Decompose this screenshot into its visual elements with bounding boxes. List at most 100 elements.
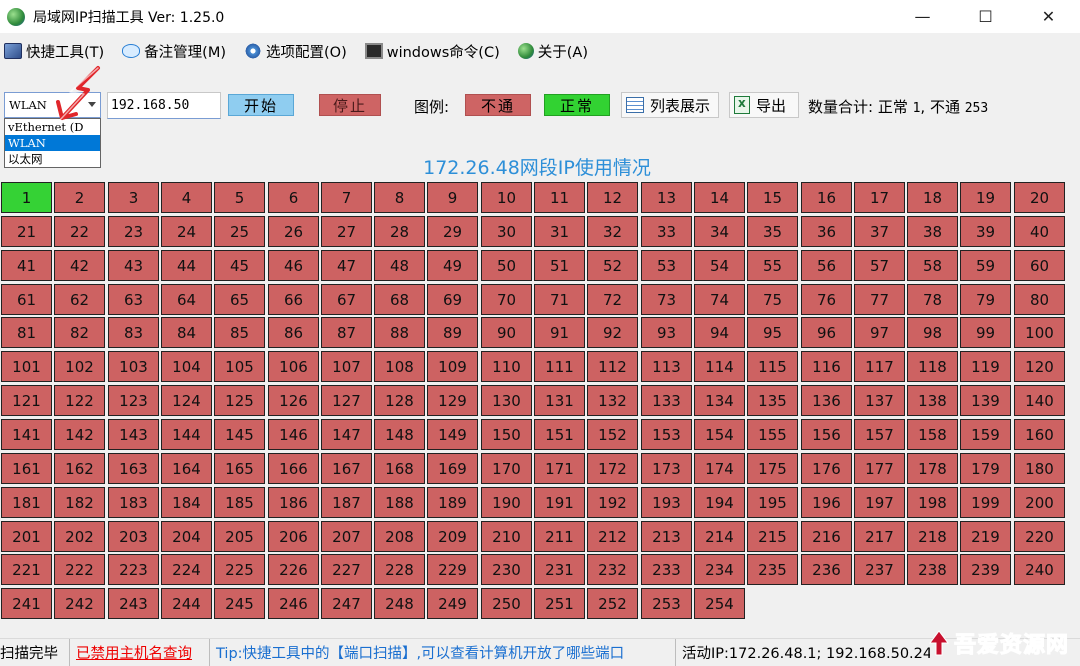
ip-cell-offline[interactable]: 39 xyxy=(960,216,1011,247)
ip-cell-offline[interactable]: 92 xyxy=(587,317,638,348)
ip-cell-offline[interactable]: 201 xyxy=(1,521,52,552)
ip-cell-offline[interactable]: 167 xyxy=(321,453,372,484)
ip-cell-offline[interactable]: 244 xyxy=(161,588,212,619)
ip-cell-offline[interactable]: 185 xyxy=(214,487,265,518)
ip-cell-offline[interactable]: 2 xyxy=(54,182,105,213)
ip-cell-offline[interactable]: 29 xyxy=(427,216,478,247)
ip-cell-offline[interactable]: 49 xyxy=(427,250,478,281)
ip-cell-offline[interactable]: 177 xyxy=(854,453,905,484)
ip-cell-offline[interactable]: 222 xyxy=(54,554,105,585)
ip-cell-offline[interactable]: 149 xyxy=(427,419,478,450)
ip-cell-offline[interactable]: 14 xyxy=(694,182,745,213)
ip-cell-offline[interactable]: 196 xyxy=(801,487,852,518)
ip-cell-offline[interactable]: 126 xyxy=(268,385,319,416)
ip-cell-offline[interactable]: 72 xyxy=(587,284,638,315)
ip-cell-offline[interactable]: 240 xyxy=(1014,554,1065,585)
close-button[interactable]: ✕ xyxy=(1017,0,1080,33)
ip-cell-offline[interactable]: 203 xyxy=(108,521,159,552)
ip-cell-offline[interactable]: 131 xyxy=(534,385,585,416)
ip-cell-offline[interactable]: 87 xyxy=(321,317,372,348)
ip-cell-offline[interactable]: 108 xyxy=(374,351,425,382)
ip-cell-offline[interactable]: 93 xyxy=(641,317,692,348)
ip-cell-offline[interactable]: 173 xyxy=(641,453,692,484)
ip-cell-offline[interactable]: 197 xyxy=(854,487,905,518)
ip-cell-offline[interactable]: 11 xyxy=(534,182,585,213)
ip-cell-offline[interactable]: 20 xyxy=(1014,182,1065,213)
ip-cell-offline[interactable]: 79 xyxy=(960,284,1011,315)
ip-cell-offline[interactable]: 141 xyxy=(1,419,52,450)
ip-cell-offline[interactable]: 95 xyxy=(747,317,798,348)
ip-cell-offline[interactable]: 168 xyxy=(374,453,425,484)
ip-cell-offline[interactable]: 122 xyxy=(54,385,105,416)
ip-cell-offline[interactable]: 104 xyxy=(161,351,212,382)
ip-cell-offline[interactable]: 253 xyxy=(641,588,692,619)
ip-cell-offline[interactable]: 214 xyxy=(694,521,745,552)
ip-cell-offline[interactable]: 217 xyxy=(854,521,905,552)
ip-cell-offline[interactable]: 59 xyxy=(960,250,1011,281)
ip-cell-offline[interactable]: 13 xyxy=(641,182,692,213)
ip-cell-offline[interactable]: 252 xyxy=(587,588,638,619)
ip-cell-offline[interactable]: 24 xyxy=(161,216,212,247)
ip-cell-offline[interactable]: 171 xyxy=(534,453,585,484)
ip-cell-offline[interactable]: 123 xyxy=(108,385,159,416)
ip-cell-offline[interactable]: 66 xyxy=(268,284,319,315)
ip-cell-offline[interactable]: 33 xyxy=(641,216,692,247)
ip-cell-offline[interactable]: 30 xyxy=(481,216,532,247)
ip-cell-offline[interactable]: 155 xyxy=(747,419,798,450)
ip-cell-offline[interactable]: 130 xyxy=(481,385,532,416)
ip-cell-offline[interactable]: 187 xyxy=(321,487,372,518)
ip-cell-offline[interactable]: 138 xyxy=(907,385,958,416)
ip-cell-offline[interactable]: 46 xyxy=(268,250,319,281)
ip-cell-offline[interactable]: 40 xyxy=(1014,216,1065,247)
ip-cell-offline[interactable]: 70 xyxy=(481,284,532,315)
ip-cell-offline[interactable]: 80 xyxy=(1014,284,1065,315)
ip-cell-offline[interactable]: 188 xyxy=(374,487,425,518)
ip-cell-offline[interactable]: 102 xyxy=(54,351,105,382)
ip-cell-offline[interactable]: 174 xyxy=(694,453,745,484)
ip-cell-offline[interactable]: 7 xyxy=(321,182,372,213)
ip-cell-offline[interactable]: 150 xyxy=(481,419,532,450)
ip-cell-offline[interactable]: 156 xyxy=(801,419,852,450)
ip-cell-offline[interactable]: 115 xyxy=(747,351,798,382)
ip-cell-offline[interactable]: 81 xyxy=(1,317,52,348)
ip-cell-offline[interactable]: 159 xyxy=(960,419,1011,450)
ip-cell-offline[interactable]: 120 xyxy=(1014,351,1065,382)
ip-cell-offline[interactable]: 248 xyxy=(374,588,425,619)
ip-cell-offline[interactable]: 51 xyxy=(534,250,585,281)
ip-cell-offline[interactable]: 160 xyxy=(1014,419,1065,450)
ip-cell-offline[interactable]: 118 xyxy=(907,351,958,382)
ip-cell-offline[interactable]: 12 xyxy=(587,182,638,213)
ip-cell-offline[interactable]: 28 xyxy=(374,216,425,247)
ip-cell-offline[interactable]: 146 xyxy=(268,419,319,450)
ip-cell-offline[interactable]: 152 xyxy=(587,419,638,450)
ip-cell-offline[interactable]: 163 xyxy=(108,453,159,484)
ip-cell-offline[interactable]: 158 xyxy=(907,419,958,450)
menu-options[interactable]: 选项配置(O) xyxy=(244,38,347,64)
ip-cell-offline[interactable]: 211 xyxy=(534,521,585,552)
ip-cell-offline[interactable]: 88 xyxy=(374,317,425,348)
ip-cell-offline[interactable]: 89 xyxy=(427,317,478,348)
ip-cell-offline[interactable]: 62 xyxy=(54,284,105,315)
ip-cell-offline[interactable]: 54 xyxy=(694,250,745,281)
minimize-button[interactable]: — xyxy=(891,0,954,33)
list-view-button[interactable]: 列表展示 xyxy=(621,92,719,118)
ip-cell-offline[interactable]: 52 xyxy=(587,250,638,281)
ip-cell-offline[interactable]: 144 xyxy=(161,419,212,450)
ip-cell-offline[interactable]: 84 xyxy=(161,317,212,348)
ip-cell-offline[interactable]: 195 xyxy=(747,487,798,518)
ip-cell-offline[interactable]: 198 xyxy=(907,487,958,518)
ip-cell-offline[interactable]: 98 xyxy=(907,317,958,348)
ip-cell-offline[interactable]: 135 xyxy=(747,385,798,416)
ip-cell-offline[interactable]: 175 xyxy=(747,453,798,484)
ip-cell-offline[interactable]: 239 xyxy=(960,554,1011,585)
ip-cell-offline[interactable]: 56 xyxy=(801,250,852,281)
ip-cell-offline[interactable]: 206 xyxy=(268,521,319,552)
ip-cell-offline[interactable]: 227 xyxy=(321,554,372,585)
ip-cell-offline[interactable]: 179 xyxy=(960,453,1011,484)
ip-cell-offline[interactable]: 215 xyxy=(747,521,798,552)
ip-cell-offline[interactable]: 142 xyxy=(54,419,105,450)
menu-quick-tools[interactable]: 快捷工具(T) xyxy=(4,38,104,64)
ip-cell-offline[interactable]: 91 xyxy=(534,317,585,348)
ip-cell-offline[interactable]: 132 xyxy=(587,385,638,416)
ip-cell-offline[interactable]: 107 xyxy=(321,351,372,382)
